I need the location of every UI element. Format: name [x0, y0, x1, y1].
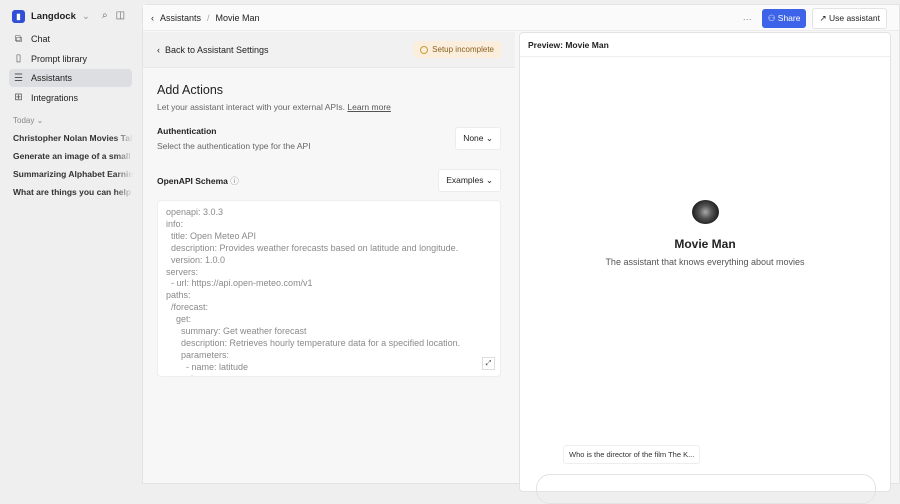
page-title: Add Actions: [157, 83, 224, 97]
book-icon: ▯: [15, 53, 22, 64]
actions-editor: ‹ Back to Assistant Settings Setup incom…: [143, 32, 515, 485]
history-item[interactable]: Generate an image of a small bird: [13, 151, 133, 169]
nav-label: Assistants: [31, 73, 73, 83]
examples-dropdown[interactable]: Examples ⌄: [438, 169, 501, 192]
avatar: [692, 200, 719, 224]
schema-code[interactable]: openapi: 3.0.3 info: title: Open Meteo A…: [166, 207, 460, 376]
workspace-switcher[interactable]: ▮ Langdock ⌄: [12, 10, 90, 23]
auth-description: Select the authentication type for the A…: [157, 141, 311, 151]
more-options-icon[interactable]: ···: [743, 14, 752, 24]
preview-panel: Preview: Movie Man Movie Man The assista…: [519, 32, 891, 504]
sidebar-item-chat[interactable]: ⧉ Chat: [9, 30, 132, 48]
today-label: Today: [13, 116, 35, 125]
examples-label: Examples: [446, 175, 484, 185]
breadcrumb-current: Movie Man: [215, 12, 260, 23]
breadcrumb: ‹ Assistants / Movie Man ··· ⚇ Share ↗ U…: [143, 5, 899, 31]
back-chevron-icon[interactable]: ‹: [151, 13, 154, 23]
auth-type-select[interactable]: None ⌄: [455, 127, 501, 150]
breadcrumb-separator: /: [207, 12, 210, 23]
integrations-icon: ⊞: [14, 92, 23, 103]
brand-name: Langdock: [31, 11, 76, 22]
main-panel: ‹ Assistants / Movie Man ··· ⚇ Share ↗ U…: [142, 4, 900, 504]
share-button[interactable]: ⚇ Share: [761, 9, 807, 28]
preview-title: Preview: Movie Man: [520, 33, 890, 57]
status-badge: Setup incomplete: [413, 41, 501, 58]
history-item[interactable]: Christopher Nolan Movies Table: [13, 133, 133, 151]
chevron-down-icon: ⌄: [81, 11, 90, 22]
info-icon[interactable]: ⓘ: [230, 176, 239, 186]
sidebar: ▮ Langdock ⌄ ⌕ ◫ ⧉ Chat ▯ Prompt library ☰ Ass…: [0, 0, 141, 484]
back-label: Back to Assistant Settings: [165, 44, 269, 55]
assistant-icon: ☰: [14, 72, 23, 84]
learn-more-link[interactable]: Learn more: [347, 102, 390, 112]
use-assistant-button[interactable]: ↗ Use assistant: [812, 8, 887, 29]
use-label: Use assistant: [828, 13, 880, 23]
suggestion-chip[interactable]: Who is the director of the film The K...: [563, 445, 701, 464]
chat-icon: ⧉: [14, 33, 23, 45]
sidebar-item-integrations[interactable]: ⊞ Integrations: [9, 89, 132, 107]
arrow-up-right-icon: ↗: [819, 13, 827, 23]
schema-label: OpenAPI Schema: [157, 175, 228, 186]
auth-value: None: [463, 133, 484, 143]
breadcrumb-assistants[interactable]: Assistants: [160, 13, 201, 23]
expand-icon[interactable]: ⤢: [482, 357, 495, 370]
today-section-toggle[interactable]: Today ⌄: [13, 116, 43, 125]
assistant-name: Movie Man: [674, 237, 736, 251]
nav-label: Prompt library: [31, 53, 88, 64]
sidebar-toggle-icon[interactable]: ◫: [116, 10, 125, 21]
nav-label: Chat: [31, 34, 51, 44]
sidebar-item-prompt-library[interactable]: ▯ Prompt library: [9, 50, 132, 68]
sidebar-item-assistants[interactable]: ☰ Assistants: [9, 69, 132, 87]
auth-label: Authentication: [157, 126, 217, 136]
chat-input[interactable]: [536, 474, 876, 504]
subtitle: Let your assistant interact with your ex…: [157, 102, 346, 112]
history-item[interactable]: What are things you can help me with: [13, 187, 133, 205]
back-to-settings-link[interactable]: ‹ Back to Assistant Settings: [157, 45, 269, 55]
warning-circle-icon: [420, 45, 429, 54]
users-icon: ⚇: [767, 13, 776, 23]
badge-label: Setup incomplete: [432, 45, 494, 54]
assistant-description: The assistant that knows everything abou…: [605, 257, 805, 267]
share-label: Share: [777, 13, 801, 23]
nav-label: Integrations: [31, 92, 79, 103]
langdock-logo-icon: ▮: [12, 10, 25, 23]
schema-editor[interactable]: openapi: 3.0.3 info: title: Open Meteo A…: [157, 200, 501, 377]
search-icon[interactable]: ⌕: [102, 10, 108, 21]
history-item[interactable]: Summarizing Alphabet Earnings: [13, 169, 133, 187]
